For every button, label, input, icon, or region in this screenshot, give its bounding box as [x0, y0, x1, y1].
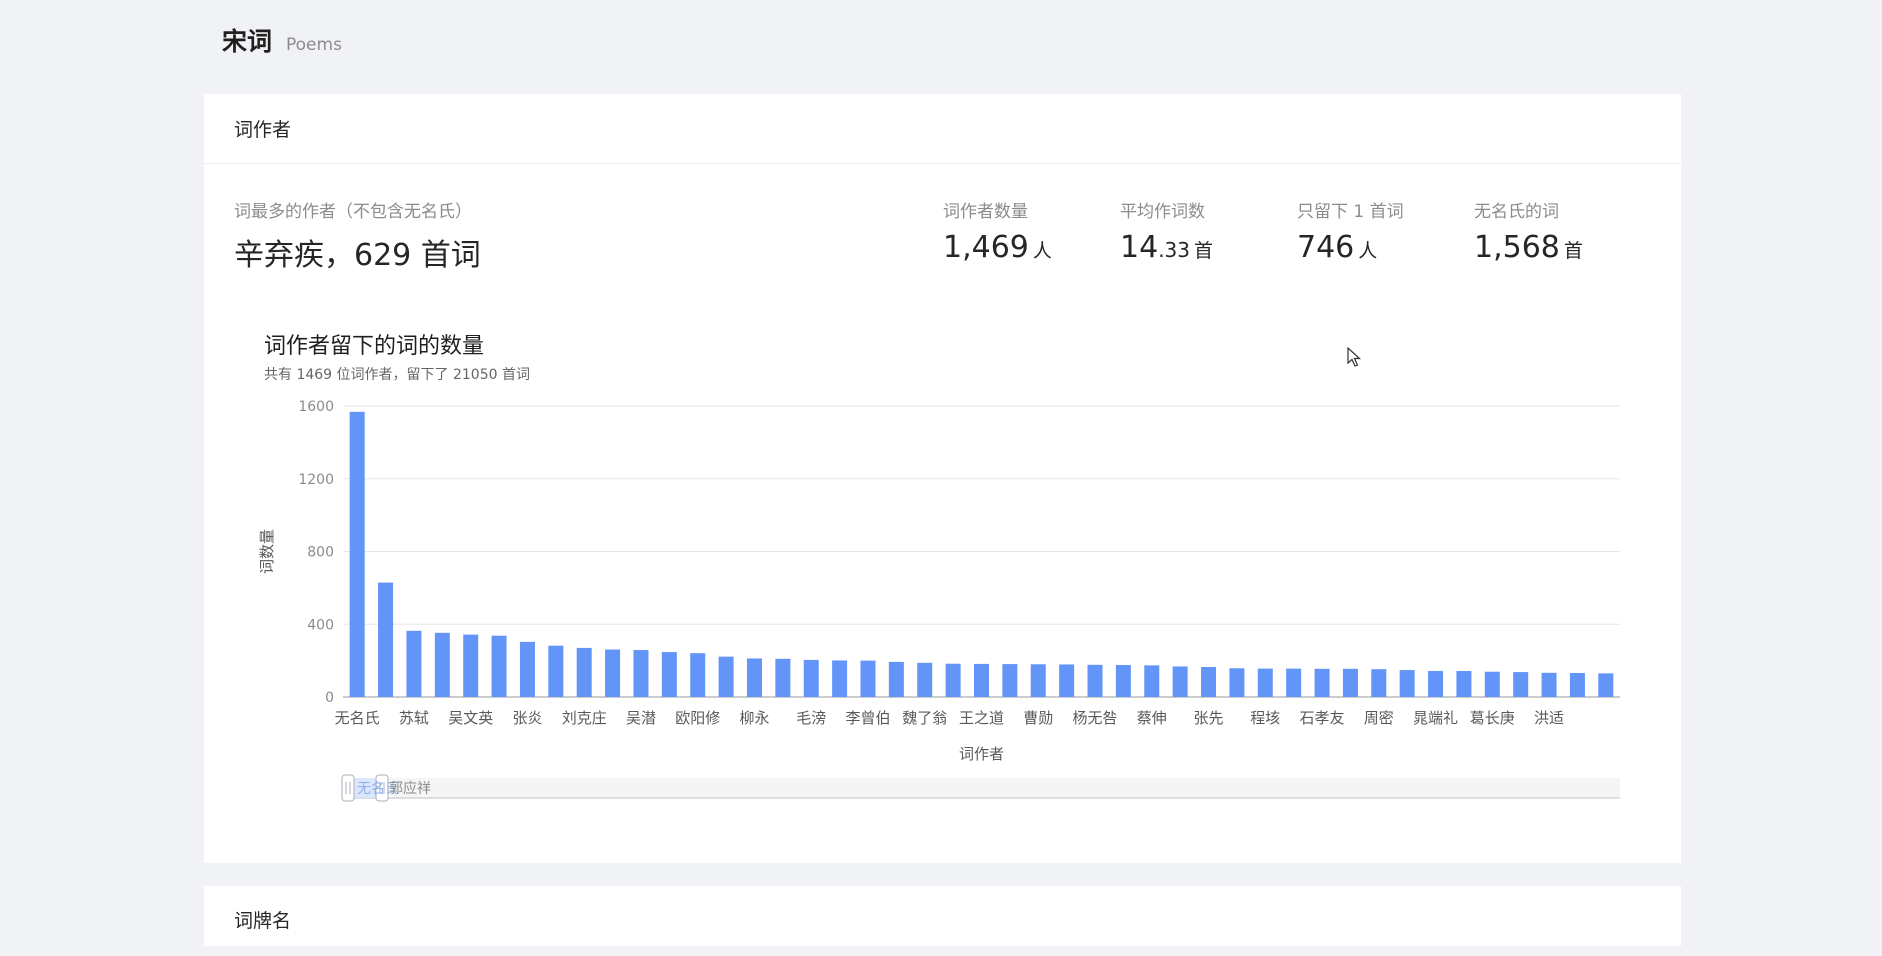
bar	[860, 660, 876, 697]
bar	[1428, 670, 1444, 697]
bar	[1342, 668, 1358, 697]
mouse-cursor-icon	[1347, 347, 1362, 367]
bar	[548, 645, 564, 697]
bar	[1002, 664, 1018, 697]
bar	[1229, 668, 1245, 697]
bar	[1456, 670, 1472, 697]
app-title: 宋词	[222, 27, 273, 56]
bar	[1172, 666, 1188, 697]
x-tick-label: 洪适	[1534, 709, 1564, 727]
bar	[519, 641, 535, 697]
y-tick-label: 1600	[298, 399, 334, 415]
bar	[1144, 665, 1160, 697]
bar	[349, 411, 365, 697]
authors-bar-chart[interactable]: 0 400 800 1200 1600 无名氏 苏轼 吴文英 张炎 刘克庄 吴潜 欧阳修 柳永 毛滂 李曾伯…	[204, 94, 1681, 863]
bar	[718, 656, 734, 697]
bar	[1201, 666, 1217, 697]
bar	[491, 635, 507, 697]
bar	[406, 630, 422, 697]
x-tick-label: 程垓	[1250, 709, 1280, 727]
x-tick-label: 毛滂	[796, 709, 826, 727]
bar	[1569, 672, 1585, 697]
bar	[1030, 664, 1046, 697]
top-bar: 宋词 Poems	[222, 22, 342, 56]
bar	[378, 582, 394, 697]
bar	[746, 658, 762, 697]
bar	[974, 663, 989, 697]
x-tick-label: 曹勋	[1023, 709, 1053, 727]
bar	[832, 660, 848, 697]
y-tick-label: 0	[325, 690, 334, 706]
x-tick-label: 欧阳修	[675, 709, 720, 727]
y-tick-label: 1200	[298, 472, 334, 488]
y-tick-label: 800	[307, 545, 334, 561]
bar	[1059, 664, 1075, 697]
x-tick-label: 刘克庄	[562, 709, 607, 727]
x-tick-label: 王之道	[959, 709, 1004, 727]
x-tick-label: 李曾伯	[845, 709, 890, 727]
bar	[1087, 664, 1103, 697]
tune-names-card: 词牌名	[204, 886, 1681, 946]
y-tick-label: 400	[307, 617, 334, 633]
bar	[633, 650, 649, 697]
bar	[1484, 671, 1500, 697]
x-tick-label: 吴文英	[448, 709, 493, 727]
bar	[888, 661, 904, 697]
bar	[917, 662, 933, 697]
x-tick-label: 杨无咎	[1073, 709, 1118, 727]
bar	[1286, 668, 1302, 697]
x-tick-label: 葛长庚	[1470, 709, 1515, 727]
bar	[1513, 672, 1529, 697]
tune-names-card-title: 词牌名	[234, 910, 292, 932]
x-tick-label: 蔡伸	[1137, 709, 1167, 727]
bar	[690, 653, 706, 697]
authors-card: 词作者 词最多的作者（不包含无名氏） 辛弃疾，629 首词 词作者数量 1,46…	[204, 94, 1681, 863]
bar	[434, 632, 450, 697]
bar	[576, 647, 592, 697]
x-tick-label: 吴潜	[626, 709, 656, 727]
zoom-slider-start-handle[interactable]	[341, 774, 355, 802]
x-tick-label: 张先	[1194, 709, 1224, 727]
x-tick-label: 魏了翁	[902, 709, 947, 727]
bar	[1115, 664, 1131, 697]
bar	[463, 634, 479, 697]
bar	[1598, 673, 1614, 697]
x-tick-label: 无名氏	[335, 709, 380, 727]
zoom-slider-track	[343, 778, 1620, 798]
bar	[803, 659, 819, 697]
zoom-slider-end-label: 郭应祥	[389, 780, 431, 797]
bar	[605, 649, 621, 697]
x-tick-label: 苏轼	[399, 709, 429, 727]
x-tick-label: 石孝友	[1300, 709, 1345, 727]
bar	[945, 663, 961, 697]
x-axis-label: 词作者	[959, 745, 1004, 763]
bar	[661, 652, 677, 697]
x-tick-label: 柳永	[739, 709, 769, 727]
bar	[1257, 668, 1273, 697]
bar	[1541, 672, 1557, 697]
bar	[1371, 669, 1387, 697]
y-axis-label: 词数量	[258, 529, 276, 574]
bar	[775, 658, 791, 697]
app-subtitle: Poems	[286, 35, 342, 55]
bar	[1314, 668, 1330, 697]
x-tick-label: 张炎	[512, 709, 542, 727]
x-tick-label: 周密	[1364, 709, 1394, 727]
bar	[1399, 670, 1415, 697]
x-tick-label: 晁端礼	[1413, 709, 1458, 727]
